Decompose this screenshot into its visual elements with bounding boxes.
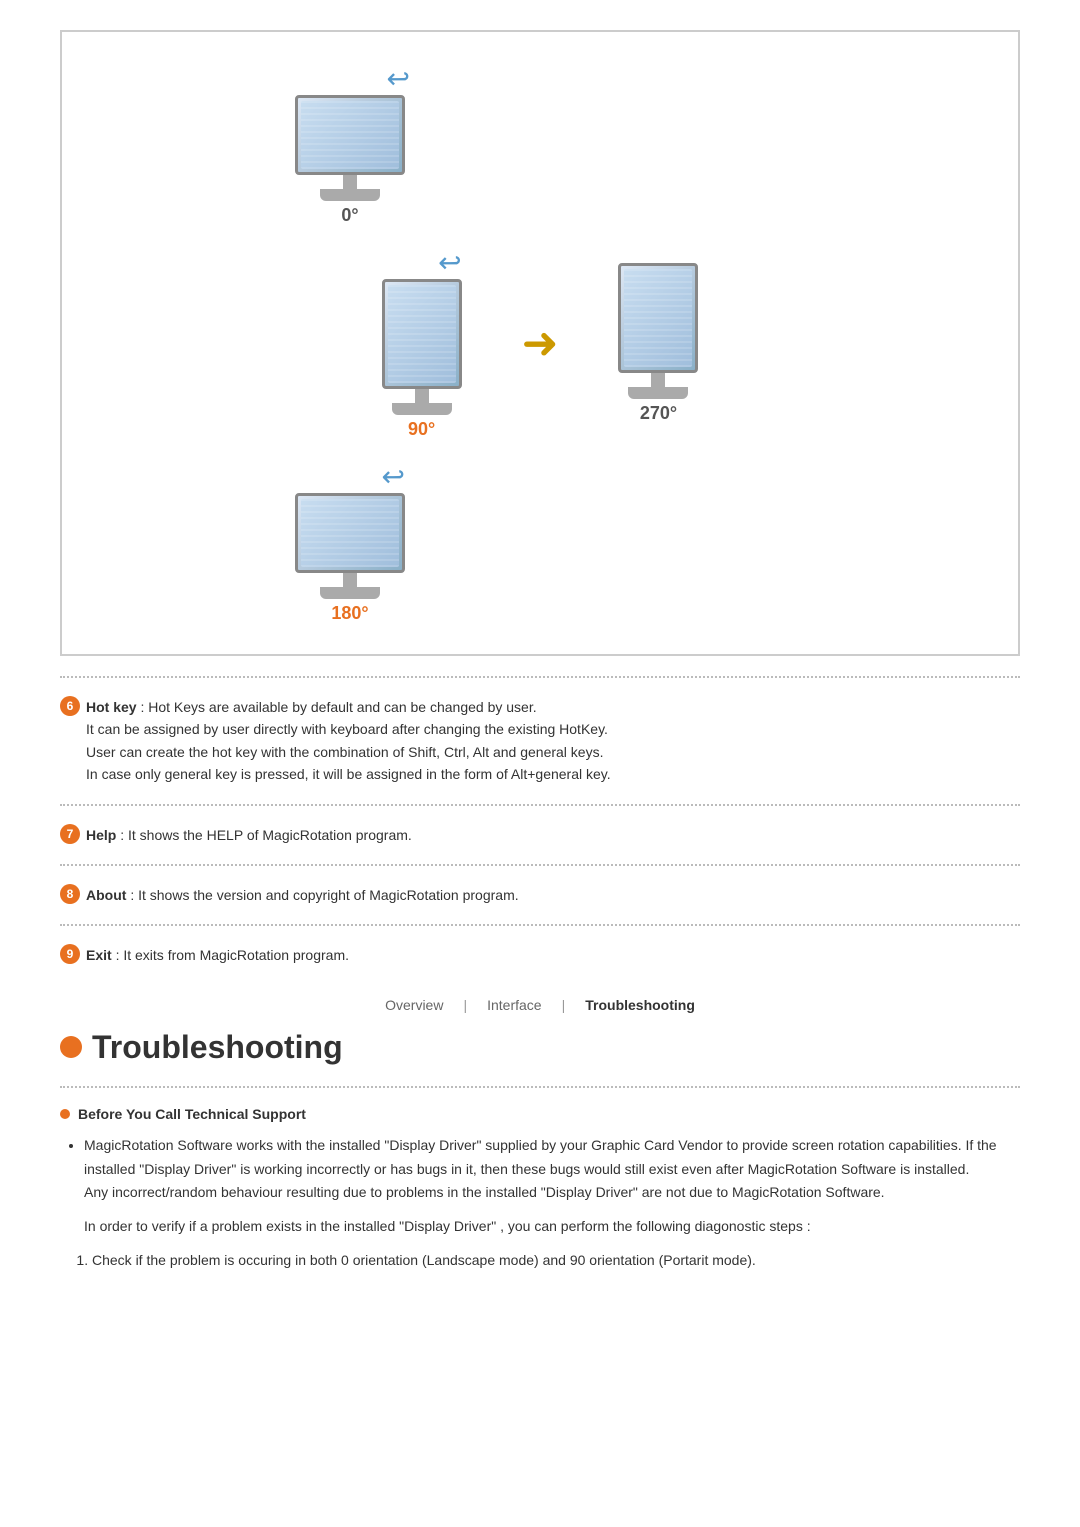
- monitor-270deg: 270°: [618, 263, 698, 424]
- help-content: Help : It shows the HELP of MagicRotatio…: [86, 824, 1020, 846]
- nav-interface[interactable]: Interface: [487, 997, 541, 1013]
- item-hotkey: 6 Hot key : Hot Keys are available by de…: [60, 696, 1020, 786]
- item-about: 8 About : It shows the version and copyr…: [60, 884, 1020, 906]
- rotation-diagram: ↩ 0° ↩ 90°: [60, 30, 1020, 656]
- heading-circle-icon: [60, 1036, 82, 1058]
- badge-7: 7: [60, 824, 80, 844]
- separator-5: [60, 1086, 1020, 1088]
- badge-6: 6: [60, 696, 80, 716]
- bullet-dot-icon: [60, 1109, 70, 1119]
- degree-180: 180°: [331, 603, 368, 624]
- nav-sep-1: |: [463, 997, 467, 1013]
- subsection-label: Before You Call Technical Support: [78, 1106, 306, 1122]
- about-content: About : It shows the version and copyrig…: [86, 884, 1020, 906]
- page-title: Troubleshooting: [92, 1029, 343, 1066]
- right-arrow: ➜: [522, 318, 559, 369]
- badge-8: 8: [60, 884, 80, 904]
- exit-title: Exit: [86, 947, 112, 963]
- nav-sep-2: |: [562, 997, 566, 1013]
- item-help: 7 Help : It shows the HELP of MagicRotat…: [60, 824, 1020, 846]
- nav-overview[interactable]: Overview: [385, 997, 443, 1013]
- trouble-bullet-1: MagicRotation Software works with the in…: [84, 1134, 1020, 1205]
- hotkey-line1: : Hot Keys are available by default and …: [86, 699, 611, 782]
- item-exit: 9 Exit : It exits from MagicRotation pro…: [60, 944, 1020, 966]
- help-text: : It shows the HELP of MagicRotation pro…: [116, 827, 411, 843]
- monitor-90deg: ↩ 90°: [382, 246, 462, 440]
- section-heading: Troubleshooting: [60, 1029, 1020, 1066]
- hotkey-content: Hot key : Hot Keys are available by defa…: [86, 696, 1020, 786]
- separator-4: [60, 924, 1020, 926]
- hotkey-title: Hot key: [86, 699, 137, 715]
- separator-3: [60, 864, 1020, 866]
- monitor-180deg: ↩ 180°: [295, 460, 405, 624]
- separator-1: [60, 676, 1020, 678]
- separator-2: [60, 804, 1020, 806]
- help-title: Help: [86, 827, 116, 843]
- degree-90: 90°: [408, 419, 435, 440]
- exit-content: Exit : It exits from MagicRotation progr…: [86, 944, 1020, 966]
- nav-troubleshooting: Troubleshooting: [585, 997, 695, 1013]
- about-title: About: [86, 887, 126, 903]
- degree-0: 0°: [341, 205, 358, 226]
- badge-9: 9: [60, 944, 80, 964]
- trouble-bullet-list: MagicRotation Software works with the in…: [60, 1134, 1020, 1205]
- nav-bar: Overview | Interface | Troubleshooting: [60, 997, 1020, 1013]
- diagnostic-step-1: Check if the problem is occuring in both…: [92, 1249, 1020, 1273]
- degree-270: 270°: [640, 403, 677, 424]
- trouble-bullet-1-text: MagicRotation Software works with the in…: [84, 1137, 997, 1201]
- monitor-0deg: ↩ 0°: [295, 62, 405, 226]
- paragraph-1: In order to verify if a problem exists i…: [84, 1215, 1020, 1239]
- about-text: : It shows the version and copyright of …: [126, 887, 518, 903]
- exit-text: : It exits from MagicRotation program.: [112, 947, 349, 963]
- subsection-title: Before You Call Technical Support: [60, 1106, 1020, 1122]
- diagnostic-steps: Check if the problem is occuring in both…: [60, 1249, 1020, 1273]
